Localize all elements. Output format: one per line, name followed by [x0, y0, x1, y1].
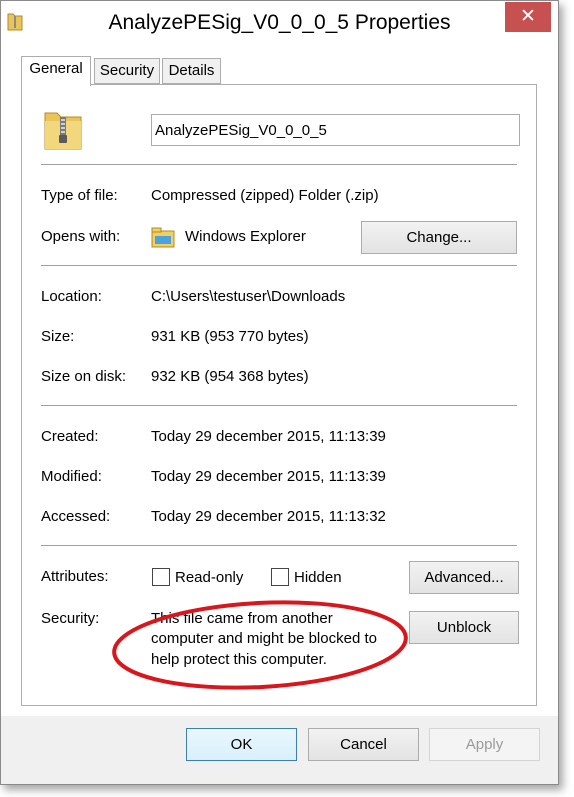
divider — [41, 545, 517, 546]
tab-security[interactable]: Security — [94, 58, 160, 84]
ok-button[interactable]: OK — [186, 728, 297, 761]
cancel-button[interactable]: Cancel — [308, 728, 419, 761]
type-label: Type of file: — [41, 187, 118, 204]
type-value: Compressed (zipped) Folder (.zip) — [151, 187, 379, 204]
tab-general[interactable]: General — [21, 56, 91, 86]
modified-label: Modified: — [41, 468, 102, 485]
security-text-line-3: help protect this computer. — [151, 651, 327, 668]
divider — [41, 164, 517, 165]
size-on-disk-label: Size on disk: — [41, 368, 127, 385]
divider — [41, 405, 517, 406]
read-only-checkbox[interactable] — [152, 568, 170, 586]
size-value: 931 KB (953 770 bytes) — [151, 328, 309, 345]
security-text-line-1: This file came from another — [151, 610, 333, 627]
created-label: Created: — [41, 428, 99, 445]
zip-folder-large-icon — [41, 105, 85, 156]
accessed-value: Today 29 december 2015, 11:13:32 — [151, 508, 386, 525]
hidden-label[interactable]: Hidden — [294, 569, 342, 586]
location-label: Location: — [41, 288, 102, 305]
opens-with-label: Opens with: — [41, 228, 121, 245]
change-button[interactable]: Change... — [361, 221, 517, 254]
properties-dialog: AnalyzePESig_V0_0_0_5 Properties ✕ Gener… — [0, 0, 559, 785]
accessed-label: Accessed: — [41, 508, 111, 525]
hidden-checkbox[interactable] — [271, 568, 289, 586]
location-value: C:\Users\testuser\Downloads — [151, 288, 346, 305]
window-title: AnalyzePESig_V0_0_0_5 Properties — [108, 11, 451, 34]
read-only-label[interactable]: Read-only — [175, 569, 243, 586]
attributes-label: Attributes: — [41, 568, 109, 585]
opens-with-value: Windows Explorer — [185, 228, 306, 245]
windows-explorer-icon — [151, 225, 175, 254]
size-on-disk-value: 932 KB (954 368 bytes) — [151, 368, 309, 385]
modified-value: Today 29 december 2015, 11:13:39 — [151, 468, 386, 485]
tab-details[interactable]: Details — [162, 58, 221, 84]
apply-button[interactable]: Apply — [429, 728, 540, 761]
close-button[interactable]: ✕ — [505, 2, 551, 32]
file-name-field[interactable]: AnalyzePESig_V0_0_0_5 — [151, 114, 520, 146]
divider — [41, 265, 517, 266]
size-label: Size: — [41, 328, 75, 345]
created-value: Today 29 december 2015, 11:13:39 — [151, 428, 386, 445]
unblock-button[interactable]: Unblock — [409, 611, 519, 644]
advanced-button[interactable]: Advanced... — [409, 561, 519, 594]
security-label: Security: — [41, 610, 100, 627]
security-text-line-2: computer and might be blocked to — [151, 630, 377, 647]
title-bar[interactable]: AnalyzePESig_V0_0_0_5 Properties ✕ — [1, 1, 558, 47]
